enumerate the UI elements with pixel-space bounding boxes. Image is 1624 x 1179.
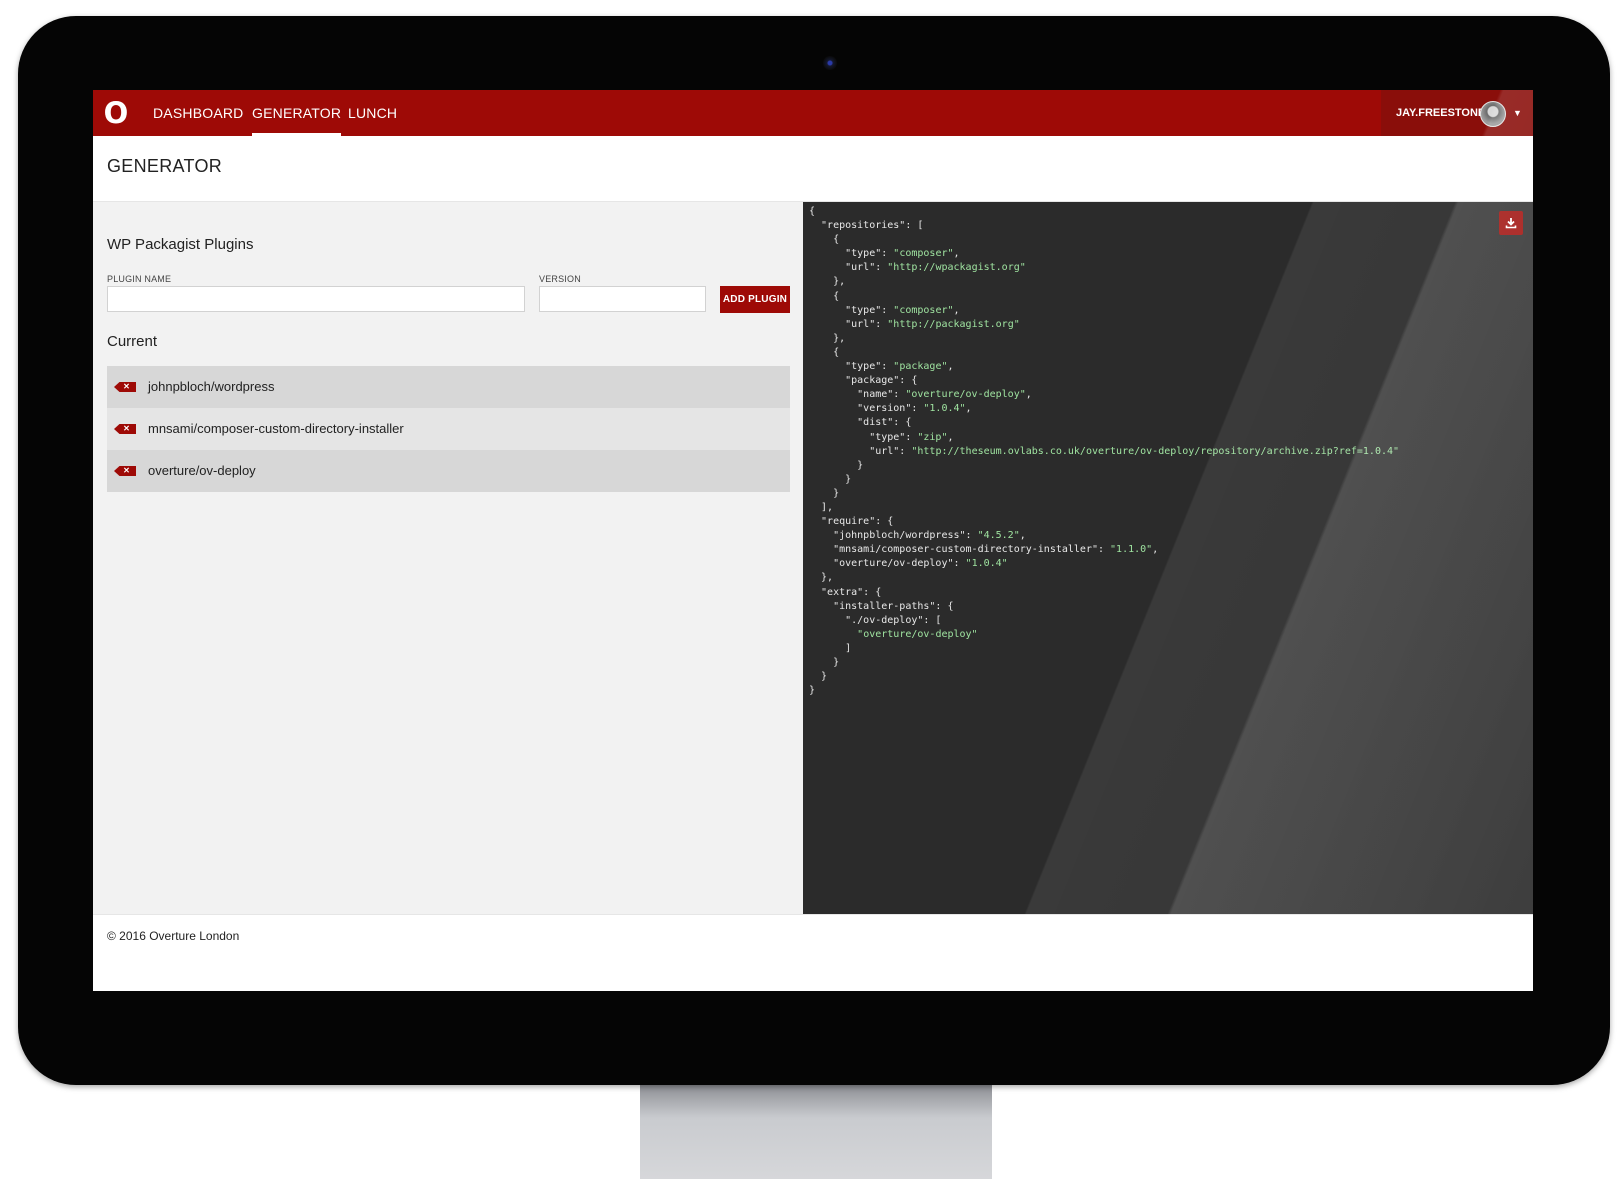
page-header: GENERATOR <box>93 136 1533 202</box>
current-plugins-list: ✕ johnpbloch/wordpress ✕ mnsami/composer… <box>107 366 790 492</box>
section-title: WP Packagist Plugins <box>107 236 254 253</box>
user-name: JAY.FREESTONE <box>1396 107 1486 119</box>
plugin-name-input[interactable] <box>107 286 525 312</box>
top-navbar: O DASHBOARD GENERATOR LUNCH JAY.FREESTON… <box>93 90 1533 136</box>
nav-item-generator[interactable]: GENERATOR <box>252 90 342 136</box>
download-icon <box>1505 218 1517 229</box>
composer-json-preview: { "repositories": [ { "type": "composer"… <box>803 202 1533 914</box>
json-code: { "repositories": [ { "type": "composer"… <box>809 206 1400 697</box>
page-title: GENERATOR <box>107 156 223 176</box>
app-logo[interactable]: O <box>93 90 139 136</box>
plugin-name: johnpbloch/wordpress <box>148 379 275 394</box>
list-item: ✕ mnsami/composer-custom-directory-insta… <box>107 408 790 450</box>
nav-item-lunch[interactable]: LUNCH <box>348 90 397 136</box>
monitor-stand <box>640 1085 992 1179</box>
version-label: VERSION <box>539 274 581 284</box>
plugin-name: mnsami/composer-custom-directory-install… <box>148 421 404 436</box>
plugin-form-panel: WP Packagist Plugins PLUGIN NAME VERSION… <box>93 202 827 914</box>
current-title: Current <box>107 333 158 350</box>
chevron-down-icon[interactable]: ▼ <box>1513 90 1522 136</box>
nav-item-dashboard[interactable]: DASHBOARD <box>153 90 243 136</box>
copyright-text: © 2016 Overture London <box>107 929 240 943</box>
user-menu[interactable]: JAY.FREESTONE ▼ <box>1381 90 1533 136</box>
screen: O DASHBOARD GENERATOR LUNCH JAY.FREESTON… <box>93 90 1533 991</box>
download-button[interactable] <box>1499 211 1523 235</box>
camera-icon <box>823 56 837 70</box>
add-plugin-button[interactable]: ADD PLUGIN <box>720 286 790 313</box>
plugin-name-label: PLUGIN NAME <box>107 274 172 284</box>
remove-tag-icon[interactable]: ✕ <box>114 424 136 434</box>
plugin-name: overture/ov-deploy <box>148 463 256 478</box>
remove-tag-icon[interactable]: ✕ <box>114 466 136 476</box>
list-item: ✕ johnpbloch/wordpress <box>107 366 790 408</box>
list-item: ✕ overture/ov-deploy <box>107 450 790 492</box>
avatar <box>1480 101 1506 127</box>
footer: © 2016 Overture London <box>93 914 1533 991</box>
version-input[interactable] <box>539 286 706 312</box>
remove-tag-icon[interactable]: ✕ <box>114 382 136 392</box>
